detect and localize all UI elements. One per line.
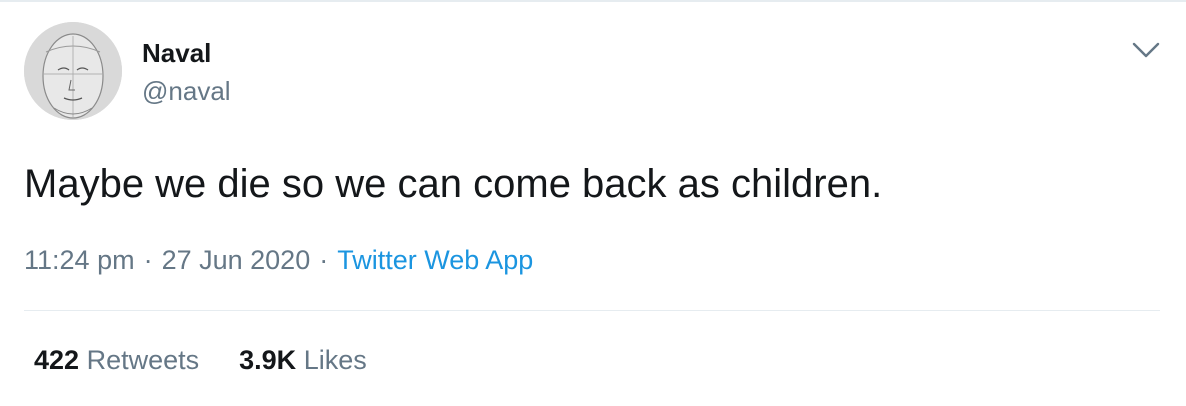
likes-count: 3.9K: [239, 345, 297, 375]
tweet-text: Maybe we die so we can come back as chil…: [24, 162, 883, 206]
tweet-meta: 11:24 pm · 27 Jun 2020 · Twitter Web App: [24, 245, 533, 276]
tweet-card: Naval @naval Maybe we die so we can come…: [0, 0, 1186, 406]
tweet-stats: 422 Retweets 3.9K Likes: [34, 345, 367, 376]
divider: [24, 310, 1160, 311]
retweets-stat[interactable]: 422 Retweets: [34, 345, 199, 375]
avatar-sketch-image: [24, 22, 122, 120]
tweet-time[interactable]: 11:24 pm: [24, 245, 135, 275]
retweets-count: 422: [34, 345, 80, 375]
tweet-date[interactable]: 27 Jun 2020: [162, 245, 311, 275]
retweets-label: Retweets: [86, 345, 200, 375]
meta-separator: ·: [319, 245, 329, 275]
meta-separator: ·: [143, 245, 153, 275]
likes-label: Likes: [303, 345, 367, 375]
tweet-source-link[interactable]: Twitter Web App: [337, 245, 533, 275]
chevron-down-icon[interactable]: [1130, 38, 1162, 62]
avatar[interactable]: [24, 22, 122, 120]
likes-stat[interactable]: 3.9K Likes: [239, 345, 367, 375]
author-handle[interactable]: @naval: [142, 76, 231, 107]
author-name[interactable]: Naval: [142, 38, 211, 69]
